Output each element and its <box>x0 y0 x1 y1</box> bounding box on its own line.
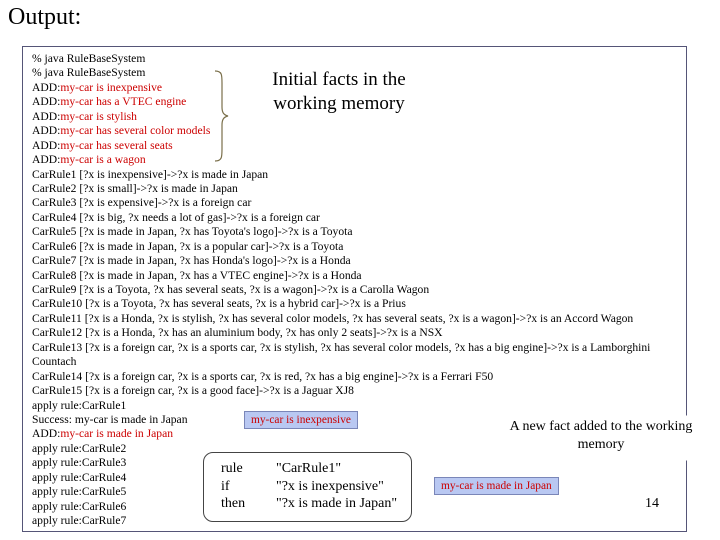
log-text: ADD: <box>32 153 61 167</box>
if-condition: "?x is inexpensive" <box>276 479 384 494</box>
log-fact-text: my-car is made in Japan <box>60 427 174 441</box>
log-text: CarRule2 [?x is small]->?x is made in Ja… <box>32 181 238 195</box>
log-line: CarRule7 [?x is made in Japan, ?x has Ho… <box>32 254 650 268</box>
log-line: CarRule12 [?x is a Honda, ?x has an alum… <box>32 326 650 340</box>
log-text: CarRule9 [?x is a Toyota, ?x has several… <box>32 283 430 296</box>
log-text: apply rule:CarRule3 <box>32 456 127 470</box>
rule-keyword: rule <box>221 461 243 476</box>
then-keyword: then <box>221 496 246 511</box>
log-text: CarRule5 [?x is made in Japan, ?x has To… <box>32 225 353 239</box>
log-fact-text: my-car has several seats <box>60 138 173 152</box>
log-line: CarRule13 [?x is a foreign car, ?x is a … <box>32 341 650 355</box>
log-text: CarRule4 [?x is big, ?x needs a lot of g… <box>32 210 320 224</box>
page-number: 14 <box>645 496 659 511</box>
log-text: apply rule:CarRule2 <box>32 441 127 455</box>
log-fact-text: my-car has a VTEC engine <box>60 95 187 109</box>
log-fact-text: my-car has several color models <box>60 124 211 138</box>
log-line: CarRule15 [?x is a foreign car, ?x is a … <box>32 384 650 398</box>
log-line: CarRule5 [?x is made in Japan, ?x has To… <box>32 225 650 239</box>
log-line: Countach <box>32 355 650 369</box>
log-text: CarRule13 [?x is a foreign car, ?x is a … <box>32 340 651 354</box>
log-text: CarRule11 [?x is a Honda, ?x is stylish,… <box>32 311 634 325</box>
log-line: CarRule8 [?x is made in Japan, ?x has a … <box>32 269 650 283</box>
log-text: CarRule7 [?x is made in Japan, ?x has Ho… <box>32 254 351 268</box>
log-text: ADD: <box>32 109 61 123</box>
if-keyword: if <box>221 479 230 494</box>
log-line: CarRule3 [?x is expensive]->?x is a fore… <box>32 196 650 210</box>
log-text: CarRule12 [?x is a Honda, ?x has an alum… <box>32 326 443 340</box>
log-text: CarRule14 [?x is a foreign car, ?x is a … <box>32 369 494 383</box>
log-text: CarRule8 [?x is made in Japan, ?x has a … <box>32 268 362 282</box>
matched-fact-callout: my-car is inexpensive <box>244 411 358 429</box>
log-text: apply rule:CarRule7 <box>32 514 127 527</box>
log-line: CarRule14 [?x is a foreign car, ?x is a … <box>32 370 650 384</box>
log-text: ADD: <box>32 124 61 138</box>
new-fact-bubble-text: A new fact added to the working memory <box>509 419 693 452</box>
log-text: apply rule:CarRule6 <box>32 499 127 513</box>
log-text: CarRule6 [?x is made in Japan, ?x is a p… <box>32 239 344 253</box>
log-line: CarRule4 [?x is big, ?x needs a lot of g… <box>32 211 650 225</box>
then-conclusion: "?x is made in Japan" <box>276 496 398 511</box>
log-line: CarRule9 [?x is a Toyota, ?x has several… <box>32 283 650 297</box>
log-text: ADD: <box>32 95 61 109</box>
log-text: Success: my-car is made in Japan <box>32 412 188 426</box>
log-text: ADD: <box>32 427 61 441</box>
log-text: apply rule:CarRule4 <box>32 470 127 484</box>
new-fact-callout: my-car is made in Japan <box>434 477 559 495</box>
log-text: CarRule15 [?x is a foreign car, ?x is a … <box>32 384 354 398</box>
log-line: CarRule11 [?x is a Honda, ?x is stylish,… <box>32 312 650 326</box>
log-fact-text: my-car is inexpensive <box>60 80 163 94</box>
log-line: CarRule10 [?x is a Toyota, ?x has severa… <box>32 297 650 311</box>
log-text: apply rule:CarRule1 <box>32 398 127 412</box>
initial-facts-bubble-text: Initial facts in the working memory <box>272 69 406 114</box>
log-text: CarRule10 [?x is a Toyota, ?x has severa… <box>32 297 406 311</box>
log-text: % java RuleBaseSystem <box>32 66 146 80</box>
log-text: ADD: <box>32 80 61 94</box>
log-text: Countach <box>32 355 77 369</box>
log-line: CarRule6 [?x is made in Japan, ?x is a p… <box>32 240 650 254</box>
log-text: CarRule3 [?x is expensive]->?x is a fore… <box>32 196 252 210</box>
rule-definition-box: rule "CarRule1" if "?x is inexpensive" t… <box>203 452 412 522</box>
log-line: CarRule2 [?x is small]->?x is made in Ja… <box>32 182 650 196</box>
log-text: ADD: <box>32 138 61 152</box>
output-heading: Output: <box>8 4 82 30</box>
log-text: % java RuleBaseSystem <box>32 52 146 65</box>
log-fact-text: my-car is a wagon <box>60 153 146 167</box>
log-text: apply rule:CarRule5 <box>32 485 127 499</box>
log-fact-text: my-car is stylish <box>60 109 137 123</box>
rule-name: "CarRule1" <box>276 461 342 476</box>
